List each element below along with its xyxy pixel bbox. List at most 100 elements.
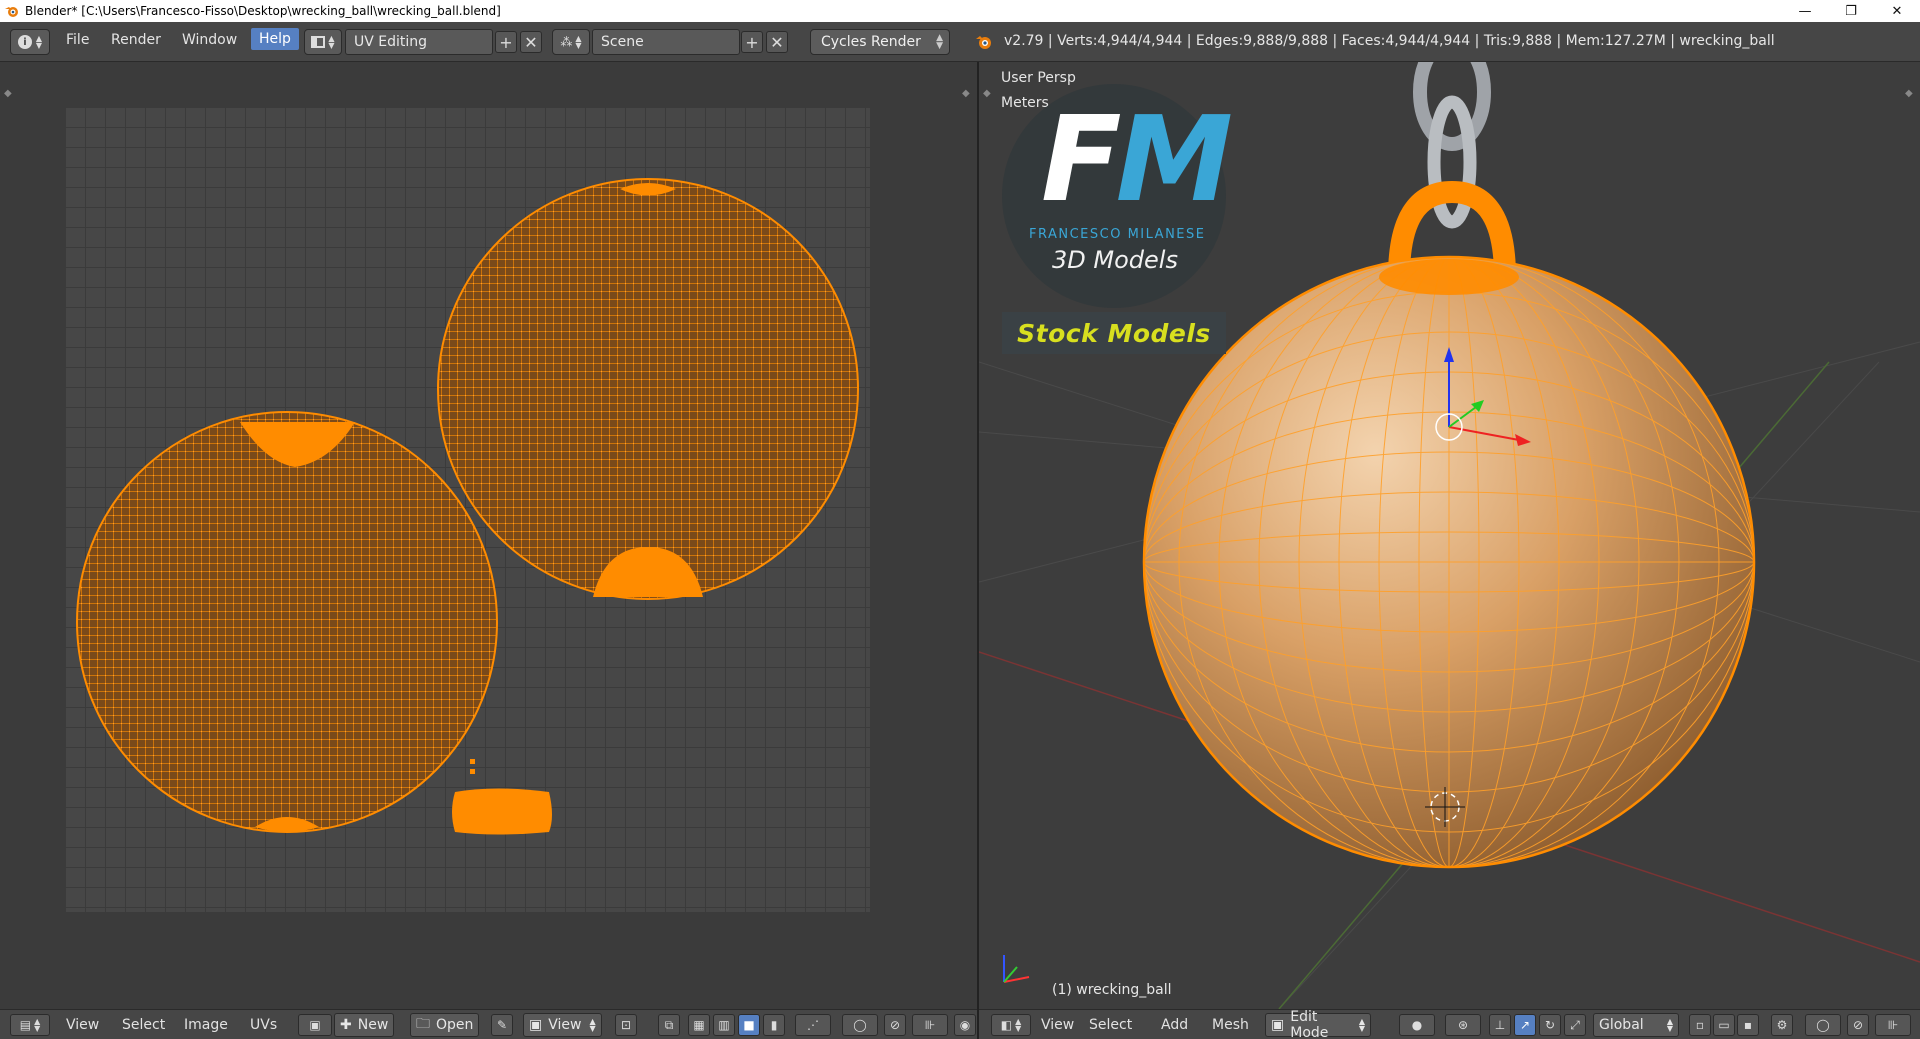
- editor-type-button[interactable]: i ▲ ▼: [10, 29, 50, 55]
- add-scene-plus-icon[interactable]: +: [741, 31, 763, 53]
- open-image-button[interactable]: 🗀 Open: [410, 1013, 480, 1037]
- proportional-edit-icon[interactable]: ◯: [1805, 1014, 1841, 1036]
- face-select-icon[interactable]: ■: [738, 1014, 760, 1036]
- sticky-selection-icon[interactable]: ⋰: [795, 1014, 831, 1036]
- editor-type-button[interactable]: ▤ ▲ ▼: [10, 1014, 50, 1036]
- scene-browse-button[interactable]: ⁂ ▲ ▼: [552, 29, 590, 55]
- logo-letter-f: F: [1041, 90, 1122, 228]
- proportional-edit-icon[interactable]: ◯: [842, 1014, 878, 1036]
- mode-dropdown[interactable]: ▣ Edit Mode ▲ ▼: [1265, 1009, 1371, 1039]
- render-engine-dropdown[interactable]: Cycles Render ▲ ▼: [810, 29, 950, 55]
- menu-window[interactable]: Window: [182, 32, 237, 48]
- island-select-icon[interactable]: ▮: [763, 1014, 785, 1036]
- rotate-manipulator-icon[interactable]: ↻: [1539, 1014, 1561, 1036]
- mode-label: Edit Mode: [1290, 1009, 1329, 1039]
- edge-select-icon[interactable]: ▥: [713, 1014, 735, 1036]
- snap-icon[interactable]: ⊘: [884, 1014, 906, 1036]
- scene-icon: ⁂: [560, 35, 573, 49]
- uv-island-bottom[interactable]: [76, 411, 498, 833]
- snap-element-icon[interactable]: ⊪: [912, 1014, 948, 1036]
- region-toggle-icon[interactable]: ◆: [962, 88, 970, 99]
- menu-add[interactable]: Add: [1161, 1017, 1188, 1033]
- open-image-label: Open: [436, 1017, 474, 1033]
- active-object-label: (1) wrecking_ball: [1052, 982, 1172, 998]
- region-toggle-icon[interactable]: ◆: [1905, 88, 1913, 99]
- menu-help[interactable]: Help: [251, 28, 299, 50]
- stock-models-banner: Stock Models: [1002, 312, 1226, 354]
- uv-image-editor[interactable]: ◆ ◆: [0, 62, 977, 1009]
- translate-manipulator-icon[interactable]: ↗: [1514, 1014, 1536, 1036]
- delete-screen-x-icon[interactable]: ✕: [520, 31, 542, 53]
- logo-subtitle: 3D Models: [1052, 246, 1178, 274]
- snap-element-icon[interactable]: ⊪: [1875, 1014, 1911, 1036]
- menu-uvs[interactable]: UVs: [250, 1017, 277, 1033]
- edit-mode-icon: ▣: [1271, 1017, 1285, 1033]
- pivot-icon[interactable]: ⊡: [615, 1014, 637, 1036]
- plus-icon: ✚: [340, 1017, 352, 1033]
- limit-selection-icon[interactable]: ⚙: [1771, 1014, 1793, 1036]
- pivot-point-icon[interactable]: ⊛: [1445, 1014, 1481, 1036]
- menu-view[interactable]: View: [1041, 1017, 1074, 1033]
- menu-select[interactable]: Select: [122, 1017, 165, 1033]
- view-name: User Persp: [1001, 70, 1076, 86]
- screen-layout-browse-button[interactable]: ▲ ▼: [304, 29, 342, 55]
- vertex-select-icon[interactable]: ▦: [688, 1014, 710, 1036]
- shading-icon[interactable]: ●: [1399, 1014, 1435, 1036]
- blender-window: Blender* [C:\Users\Francesco-Fisso\Deskt…: [0, 0, 1920, 1039]
- scale-manipulator-icon[interactable]: ⤢: [1564, 1014, 1586, 1036]
- logo-author-name: FRANCESCO MILANESE: [1029, 227, 1206, 242]
- top-cap: [1379, 259, 1519, 295]
- info-icon: i: [17, 35, 32, 49]
- uv-editor-header: ▤ ▲ ▼ View Select Image UVs ▣ ✚ New 🗀 Open ✎…: [0, 1009, 977, 1039]
- screen-layout-field[interactable]: UV Editing: [345, 29, 493, 55]
- new-image-button[interactable]: ✚ New: [334, 1013, 395, 1037]
- updown-arrow-icon: ▲ ▼: [575, 34, 582, 50]
- blender-logo-icon: [976, 36, 991, 49]
- editor-type-button[interactable]: ◧ ▲ ▼: [991, 1014, 1031, 1036]
- layout-grid-icon: [311, 36, 326, 48]
- edge-select-icon[interactable]: ▭: [1713, 1014, 1735, 1036]
- new-image-label: New: [357, 1017, 389, 1033]
- menu-view[interactable]: View: [66, 1017, 99, 1033]
- menu-mesh[interactable]: Mesh: [1212, 1017, 1249, 1033]
- image-browse-button[interactable]: ▣: [298, 1014, 332, 1036]
- blender-logo-icon: [5, 7, 18, 17]
- menu-select[interactable]: Select: [1089, 1017, 1132, 1033]
- logo-monogram: FM: [1041, 100, 1233, 218]
- add-screen-plus-icon[interactable]: +: [495, 31, 517, 53]
- render-engine-label: Cycles Render: [821, 34, 921, 50]
- view-mode-dropdown[interactable]: ▣ View ▲ ▼: [523, 1013, 602, 1037]
- menu-image[interactable]: Image: [184, 1017, 228, 1033]
- menu-render[interactable]: Render: [111, 32, 161, 48]
- minimize-button[interactable]: —: [1782, 0, 1828, 22]
- scene-field[interactable]: Scene: [592, 29, 740, 55]
- window-title: Blender* [C:\Users\Francesco-Fisso\Deskt…: [25, 4, 501, 18]
- region-toggle-icon[interactable]: ◆: [983, 88, 991, 99]
- uv-island-shackle[interactable]: [452, 759, 552, 835]
- logo-letter-m: M: [1115, 90, 1233, 228]
- uv-overlay-icon[interactable]: ◉: [954, 1014, 976, 1036]
- updown-arrow-icon: ▲ ▼: [35, 34, 43, 50]
- uv-island-top[interactable]: [437, 178, 859, 600]
- updown-arrow-icon: ▲ ▼: [328, 34, 335, 50]
- uv-islands: [76, 178, 859, 835]
- sync-selection-icon[interactable]: ⧉: [658, 1014, 680, 1036]
- vertex-select-icon[interactable]: ▫: [1689, 1014, 1711, 1036]
- close-button[interactable]: ✕: [1874, 0, 1920, 22]
- region-toggle-icon[interactable]: ◆: [4, 88, 12, 99]
- folder-icon: 🗀: [416, 1016, 430, 1032]
- window-title-bar: Blender* [C:\Users\Francesco-Fisso\Deskt…: [0, 0, 1920, 22]
- snap-icon[interactable]: ⊘: [1847, 1014, 1869, 1036]
- restore-button[interactable]: ❐: [1828, 0, 1874, 22]
- manipulator-toggle-icon[interactable]: ⊥: [1489, 1014, 1511, 1036]
- 3d-viewport[interactable]: ◆ ◆ User Persp Meters FM FRANCESCO MILAN…: [979, 62, 1920, 1009]
- delete-scene-x-icon[interactable]: ✕: [766, 31, 788, 53]
- menu-file[interactable]: File: [66, 32, 89, 48]
- view-mode-icon: ▣: [529, 1017, 543, 1033]
- orientation-label: Global: [1599, 1017, 1644, 1033]
- viewport-header: ◧ ▲ ▼ View Select Add Mesh ▣ Edit Mode ▲ ▼ ● …: [979, 1009, 1920, 1039]
- face-select-icon[interactable]: ▪: [1737, 1014, 1759, 1036]
- uv-grid-canvas[interactable]: [65, 107, 870, 912]
- transform-orientation-dropdown[interactable]: Global ▲ ▼: [1593, 1013, 1679, 1037]
- pin-icon[interactable]: ✎: [491, 1014, 513, 1036]
